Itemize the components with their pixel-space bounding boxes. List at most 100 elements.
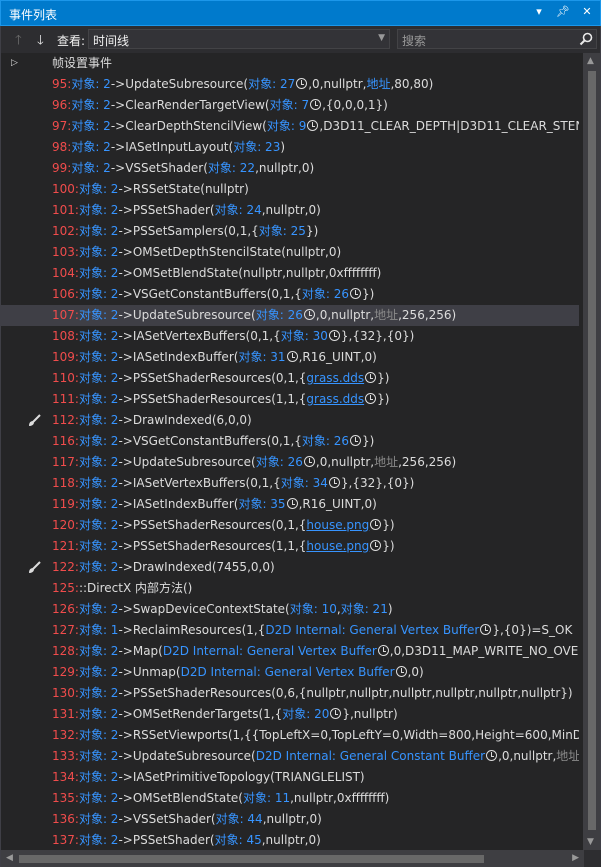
event-row[interactable]: 133:对象: 2->UpdateSubresource(D2D Interna… [1,746,579,767]
history-icon[interactable] [365,393,377,404]
event-row[interactable]: 125:::DirectX 内部方法() [1,578,579,599]
history-icon[interactable] [350,435,362,446]
scroll-down-icon[interactable]: ▼ [587,837,594,847]
event-row[interactable]: 108:对象: 2->IASetVertexBuffers(0,1,{对象: 3… [1,326,579,347]
horizontal-scroll-thumb[interactable] [19,855,484,863]
object-link[interactable]: 对象: 2 [79,287,119,301]
object-link[interactable]: 对象: 26 [256,308,303,322]
event-row[interactable]: 98:对象: 2->IASetInputLayout(对象: 23) [1,137,579,158]
previous-event-icon[interactable]: 🡑 [15,31,22,53]
object-link[interactable]: 对象: 2 [79,833,119,847]
object-link[interactable]: 对象: 31 [238,350,285,364]
object-link[interactable]: 对象: 2 [79,602,119,616]
event-row[interactable]: 128:对象: 2->Map(D2D Internal: General Ver… [1,641,579,662]
scroll-right-icon[interactable]: ▶ [572,853,579,863]
history-icon[interactable] [286,498,298,509]
history-icon[interactable] [377,645,389,656]
history-icon[interactable] [365,372,377,383]
history-icon[interactable] [330,708,342,719]
object-link[interactable]: 对象: 2 [79,812,119,826]
event-row[interactable]: 112:对象: 2->DrawIndexed(6,0,0) [1,410,579,431]
event-row[interactable]: 104:对象: 2->OMSetBlendState(nullptr,nullp… [1,263,579,284]
event-list[interactable]: ▷ 帧设置事件 95:对象: 2->UpdateSubresource(对象: … [0,53,601,850]
object-link[interactable]: 对象: 2 [79,539,119,553]
object-link[interactable]: 对象: 23 [233,140,280,154]
event-row[interactable]: 126:对象: 2->SwapDeviceContextState(对象: 10… [1,599,579,620]
vertical-scrollbar[interactable]: ▲ ▼ [583,53,600,850]
event-row[interactable]: 103:对象: 2->OMSetDepthStencilState(nullpt… [1,242,579,263]
object-link[interactable]: 对象: 2 [71,98,111,112]
object-link[interactable]: 对象: 2 [79,665,119,679]
next-event-icon[interactable]: 🡓 [37,31,44,53]
object-link[interactable]: 对象: 2 [79,455,119,469]
event-row[interactable]: 120:对象: 2->PSSetShaderResources(0,1,{hou… [1,515,579,536]
history-icon[interactable] [328,477,340,488]
event-row[interactable]: 121:对象: 2->PSSetShaderResources(1,1,{hou… [1,536,579,557]
search-icon[interactable] [578,31,594,50]
resource-link[interactable]: D2D Internal: General Vertex Buffer [163,644,377,658]
object-link[interactable]: 对象: 2 [79,518,119,532]
event-row[interactable]: 110:对象: 2->PSSetShaderResources(0,1,{gra… [1,368,579,389]
object-link[interactable]: 对象: 11 [243,791,290,805]
object-link[interactable]: 对象: 45 [215,833,262,847]
object-link[interactable]: 对象: 20 [282,707,329,721]
vertical-scroll-thumb[interactable] [588,71,596,830]
history-icon[interactable] [303,309,315,320]
expand-arrow-icon[interactable]: ▷ [11,53,18,74]
object-link[interactable]: 对象: 25 [259,224,306,238]
event-row[interactable]: 117:对象: 2->UpdateSubresource(对象: 26 ,0,nu… [1,452,579,473]
object-link[interactable]: 对象: 2 [79,749,119,763]
resource-link[interactable]: D2D Internal: General Vertex Buffer [265,623,479,637]
history-icon[interactable] [307,120,319,131]
object-link[interactable]: 对象: 1 [79,623,119,637]
event-row[interactable]: 96:对象: 2->ClearRenderTargetView(对象: 7 ,{0… [1,95,579,116]
object-link[interactable]: 对象: 24 [215,203,262,217]
object-link[interactable]: 对象: 2 [79,350,119,364]
object-link[interactable]: 对象: 2 [79,707,119,721]
event-row[interactable]: 95:对象: 2->UpdateSubresource(对象: 27 ,0,nul… [1,74,579,95]
event-row[interactable]: 97:对象: 2->ClearDepthStencilView(对象: 9 ,D3… [1,116,579,137]
object-link[interactable]: 对象: 30 [281,329,328,343]
object-link[interactable]: 对象: 2 [79,770,119,784]
object-link[interactable]: 对象: 2 [79,497,119,511]
object-link[interactable]: 对象: 2 [79,203,119,217]
event-row[interactable]: 99:对象: 2->VSSetShader(对象: 22,nullptr,0) [1,158,579,179]
history-icon[interactable] [480,624,492,635]
object-link[interactable]: 对象: 2 [79,224,119,238]
object-link[interactable]: 对象: 26 [256,455,303,469]
event-row[interactable]: 136:对象: 2->VSSetShader(对象: 44,nullptr,0) [1,809,579,830]
object-link[interactable]: 对象: 2 [79,308,119,322]
object-link[interactable]: 对象: 2 [79,686,119,700]
event-row[interactable]: 111:对象: 2->PSSetShaderResources(1,1,{gra… [1,389,579,410]
event-row[interactable]: 101:对象: 2->PSSetShader(对象: 24,nullptr,0) [1,200,579,221]
object-link[interactable]: 对象: 10 [290,602,337,616]
event-row[interactable]: 134:对象: 2->IASetPrimitiveTopology(TRIANG… [1,767,579,788]
history-icon[interactable] [486,750,498,761]
object-link[interactable]: 地址 [366,77,390,91]
object-link[interactable]: 对象: 2 [79,434,119,448]
object-link[interactable]: 对象: 22 [208,161,255,175]
object-link[interactable]: 对象: 2 [79,413,119,427]
object-link[interactable]: 对象: 7 [270,98,310,112]
object-link[interactable]: 对象: 2 [79,644,119,658]
object-link[interactable]: 对象: 2 [79,266,119,280]
event-row[interactable]: 116:对象: 2->VSGetConstantBuffers(0,1,{对象:… [1,431,579,452]
object-link[interactable]: 对象: 27 [248,77,295,91]
event-row[interactable]: 102:对象: 2->PSSetSamplers(0,1,{对象: 25}) [1,221,579,242]
event-row[interactable]: 132:对象: 2->RSSetViewports(1,{{TopLeftX=0… [1,725,579,746]
search-input[interactable]: 搜索 [397,29,597,49]
paintbrush-icon[interactable] [27,560,42,578]
object-link[interactable]: 对象: 2 [79,371,119,385]
object-link[interactable]: 对象: 44 [216,812,263,826]
object-link[interactable]: 对象: 26 [302,434,349,448]
event-row[interactable]: 130:对象: 2->PSSetShaderResources(0,6,{nul… [1,683,579,704]
history-icon[interactable] [296,78,308,89]
pin-icon[interactable]: 📌︎ [556,5,570,18]
paintbrush-icon[interactable] [27,413,42,431]
event-row[interactable]: 109:对象: 2->IASetIndexBuffer(对象: 31 ,R16_U… [1,347,579,368]
event-row[interactable]: 137:对象: 2->PSSetShader(对象: 45,nullptr,0) [1,830,579,850]
file-link[interactable]: house.png [306,539,369,553]
object-link[interactable]: 对象: 34 [281,476,328,490]
object-link[interactable]: 对象: 9 [267,119,307,133]
object-link[interactable]: 对象: 2 [79,245,119,259]
